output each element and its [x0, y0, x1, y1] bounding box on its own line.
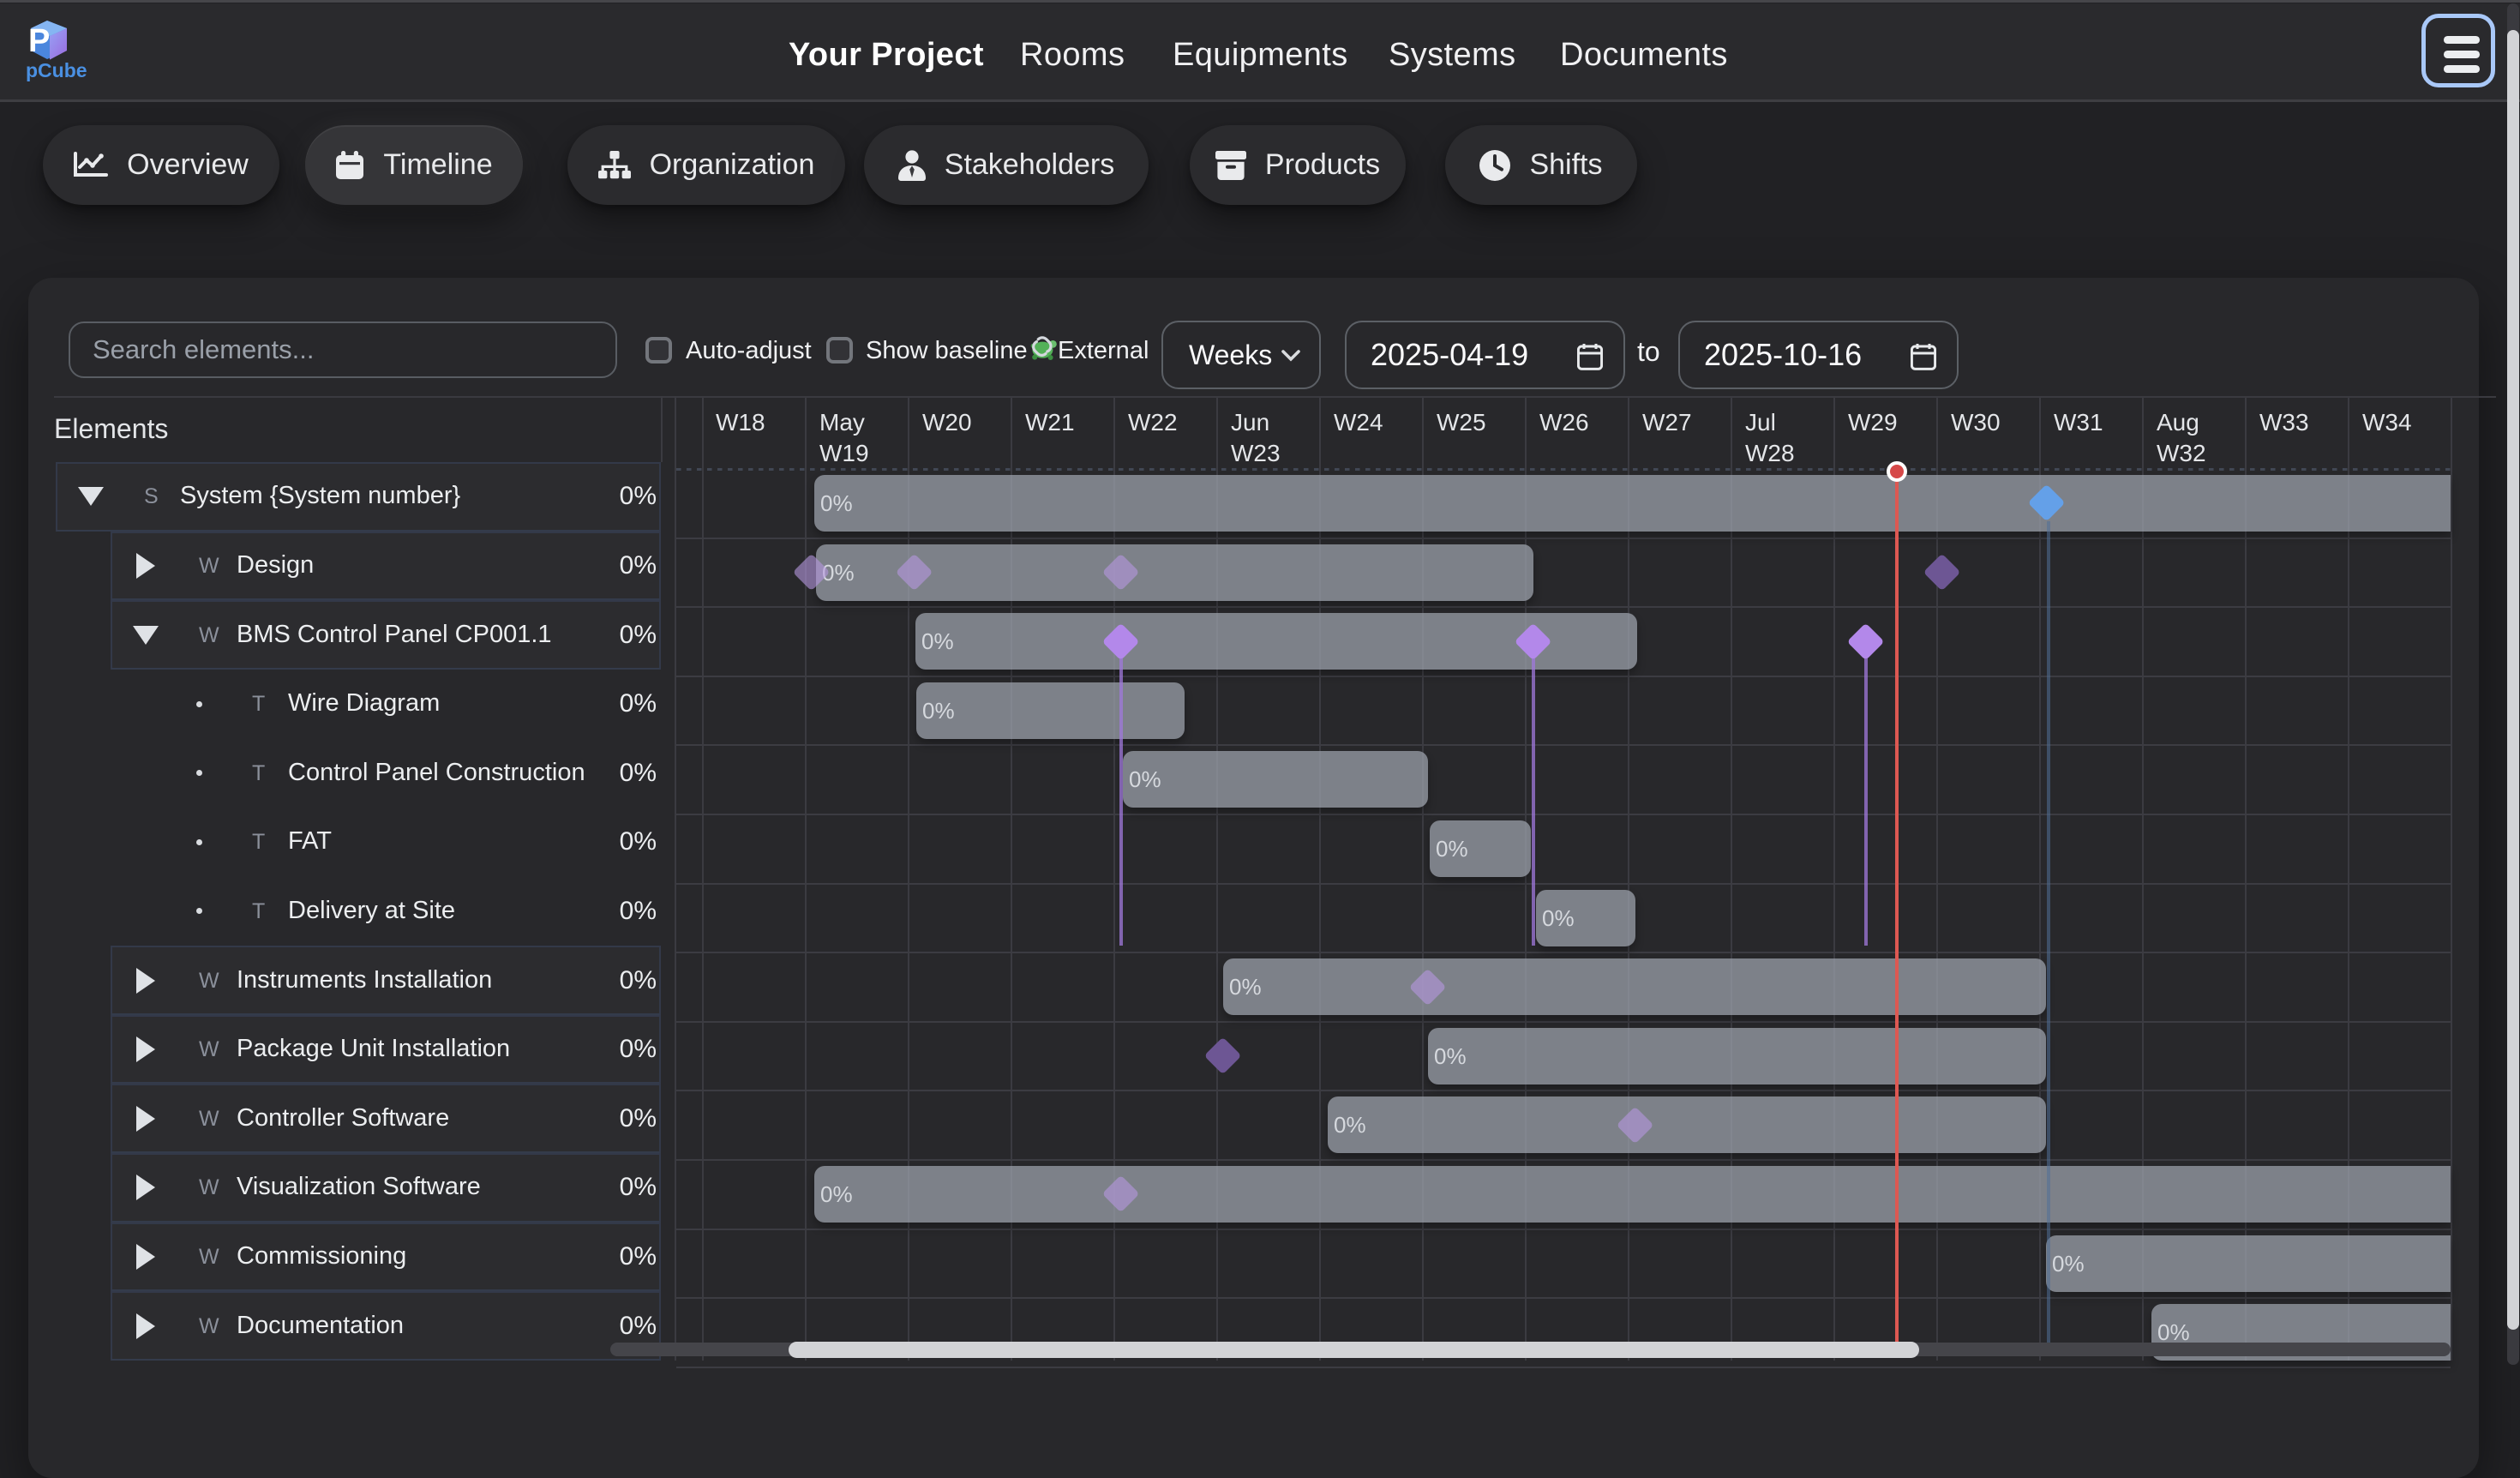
svg-text:P: P — [28, 23, 50, 59]
